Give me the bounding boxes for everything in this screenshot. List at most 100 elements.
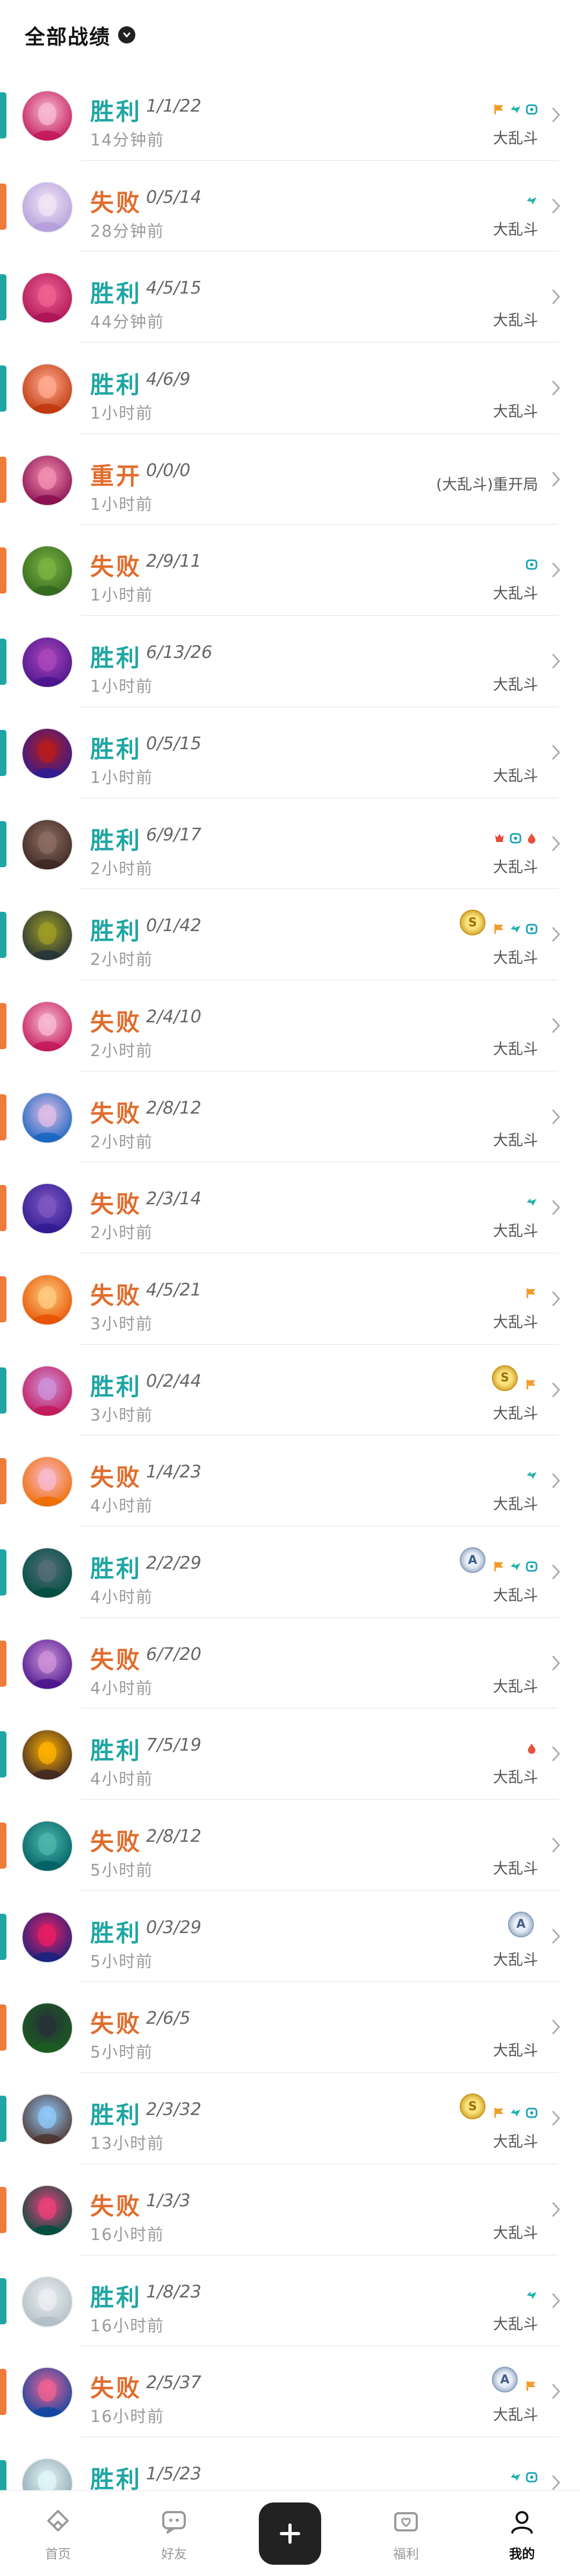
game-mode: 大乱斗: [492, 2133, 538, 2151]
chevron-right-icon[interactable]: [551, 560, 562, 580]
match-row[interactable]: 胜利 0/2/44 3小时前 大乱斗 S: [0, 1345, 580, 1436]
match-row[interactable]: 失败 2/8/12 5小时前 大乱斗: [0, 1800, 580, 1891]
kda-score: 2/3/14: [146, 1188, 201, 1209]
match-row[interactable]: 失败 2/8/12 2小时前 大乱斗: [0, 1072, 580, 1163]
game-mode: 大乱斗: [492, 1131, 538, 1149]
match-row[interactable]: 胜利 6/13/26 1小时前 大乱斗: [0, 616, 580, 707]
chevron-right-icon[interactable]: [551, 105, 562, 125]
champion-avatar: [21, 1274, 73, 1326]
chat-icon: [162, 2511, 186, 2534]
chevron-right-icon[interactable]: [551, 1016, 562, 1035]
chevron-right-icon[interactable]: [551, 2382, 562, 2401]
chevron-down-icon[interactable]: [118, 26, 136, 43]
match-result: 失败: [90, 1282, 142, 1309]
match-row[interactable]: 胜利 1/1/22 14分钟前 大乱斗: [0, 70, 580, 161]
match-row[interactable]: 失败 6/7/20 4小时前 大乱斗: [0, 1618, 580, 1709]
chevron-right-icon[interactable]: [551, 1107, 562, 1126]
result-indicator-bar: [0, 547, 6, 594]
chevron-right-icon[interactable]: [551, 925, 562, 944]
match-result: 胜利: [90, 2284, 142, 2311]
chevron-right-icon[interactable]: [551, 1289, 562, 1308]
champion-avatar: [21, 454, 73, 506]
chevron-right-icon[interactable]: [551, 1562, 562, 1582]
chevron-right-icon[interactable]: [551, 378, 562, 398]
tab-add[interactable]: [250, 2502, 330, 2565]
chevron-right-icon[interactable]: [551, 743, 562, 762]
result-indicator-bar: [0, 2096, 6, 2142]
game-mode: 大乱斗: [492, 949, 538, 967]
result-indicator-bar: [0, 2004, 6, 2051]
match-row[interactable]: 胜利 0/3/29 5小时前 大乱斗 A: [0, 1891, 580, 1982]
match-row[interactable]: 胜利 4/6/9 1小时前 大乱斗: [0, 343, 580, 434]
match-row[interactable]: 胜利 0/1/42 2小时前 大乱斗 S: [0, 889, 580, 980]
match-row[interactable]: 胜利 1/8/23 16小时前 大乱斗: [0, 2256, 580, 2347]
match-row[interactable]: 失败 2/3/14 2小时前 大乱斗: [0, 1162, 580, 1254]
match-row[interactable]: 重开 0/0/0 1小时前 (大乱斗)重开局: [0, 434, 580, 525]
tab-welfare[interactable]: 福利: [366, 2506, 446, 2562]
chevron-right-icon[interactable]: [551, 834, 562, 853]
game-mode: 大乱斗: [492, 2041, 538, 2060]
match-row[interactable]: 胜利 7/5/19 4小时前 大乱斗: [0, 1709, 580, 1801]
home-icon: [47, 2509, 69, 2531]
match-row[interactable]: 失败 2/9/11 1小时前 大乱斗: [0, 525, 580, 617]
match-row[interactable]: 失败 4/5/21 3小时前 大乱斗: [0, 1254, 580, 1345]
champion-avatar: [21, 1365, 73, 1417]
match-result: 胜利: [90, 280, 142, 308]
match-time: 16小时前: [90, 2225, 165, 2244]
tab-friends[interactable]: 好友: [134, 2506, 214, 2562]
match-time: 13小时前: [90, 2134, 165, 2154]
match-row[interactable]: 胜利 4/5/15 44分钟前 大乱斗: [0, 252, 580, 343]
tab-me[interactable]: 我的: [482, 2506, 562, 2562]
match-row[interactable]: 失败 2/4/10 2小时前 大乱斗: [0, 980, 580, 1072]
chevron-right-icon[interactable]: [551, 470, 562, 489]
match-result: 失败: [90, 189, 142, 217]
match-row[interactable]: 失败 1/3/3 16小时前 大乱斗: [0, 2164, 580, 2256]
teal-badge-icon: [527, 1472, 536, 1480]
match-time: 2小时前: [90, 1132, 154, 1152]
chevron-right-icon[interactable]: [551, 1927, 562, 1946]
chevron-right-icon[interactable]: [551, 1198, 562, 1217]
match-time: 3小时前: [90, 1406, 154, 1425]
match-row[interactable]: 胜利 2/3/32 13小时前 大乱斗 S: [0, 2073, 580, 2164]
chevron-right-icon[interactable]: [551, 196, 562, 216]
chevron-right-icon[interactable]: [551, 287, 562, 306]
chevron-right-icon[interactable]: [551, 1744, 562, 1763]
page-title[interactable]: 全部战绩: [25, 20, 111, 50]
chevron-right-icon[interactable]: [551, 2109, 562, 2128]
champion-avatar: [21, 1456, 73, 1508]
game-mode: 大乱斗: [492, 676, 538, 694]
champion-avatar: [21, 1911, 73, 1963]
achievement-tags: [493, 832, 538, 845]
chevron-right-icon[interactable]: [551, 1653, 562, 1673]
match-row[interactable]: 胜利 6/9/17 2小时前 大乱斗: [0, 799, 580, 890]
chevron-right-icon[interactable]: [551, 1835, 562, 1855]
game-mode: 大乱斗: [492, 1677, 538, 1695]
match-list: 胜利 1/1/22 14分钟前 大乱斗 失败 0/5/14 28分钟前 大乱斗 胜利 4/5/15…: [0, 70, 580, 2529]
match-row[interactable]: 失败 0/5/14 28分钟前 大乱斗: [0, 161, 580, 252]
match-row[interactable]: 失败 2/5/37 16小时前 大乱斗 A: [0, 2346, 580, 2438]
game-mode: 大乱斗: [492, 1768, 538, 1787]
match-row[interactable]: 失败 2/6/5 5小时前 大乱斗: [0, 1982, 580, 2074]
match-row[interactable]: 失败 1/4/23 4小时前 大乱斗: [0, 1436, 580, 1527]
match-result: 胜利: [90, 2465, 142, 2493]
tab-home[interactable]: 首页: [18, 2506, 98, 2562]
chevron-right-icon[interactable]: [551, 1380, 562, 1400]
match-time: 14分钟前: [90, 131, 165, 150]
chevron-right-icon[interactable]: [551, 2017, 562, 2037]
kda-score: 4/6/9: [146, 369, 191, 390]
add-button[interactable]: [259, 2502, 321, 2565]
chevron-right-icon[interactable]: [551, 2291, 562, 2310]
chevron-right-icon[interactable]: [551, 652, 562, 671]
match-row[interactable]: 胜利 0/5/15 1小时前 大乱斗: [0, 707, 580, 799]
match-result: 胜利: [90, 645, 142, 672]
kda-score: 1/1/22: [146, 96, 201, 116]
champion-avatar: [21, 1000, 73, 1052]
teal2-badge-icon: [526, 924, 538, 934]
chevron-right-icon[interactable]: [551, 1471, 562, 1490]
tab-friends-label: 好友: [161, 2546, 187, 2562]
match-row[interactable]: 胜利 2/2/29 4小时前 大乱斗 A: [0, 1527, 580, 1618]
kda-score: 2/3/32: [146, 2099, 201, 2120]
game-mode: 大乱斗: [492, 220, 538, 238]
chevron-right-icon[interactable]: [551, 2473, 562, 2492]
chevron-right-icon[interactable]: [551, 2200, 562, 2219]
